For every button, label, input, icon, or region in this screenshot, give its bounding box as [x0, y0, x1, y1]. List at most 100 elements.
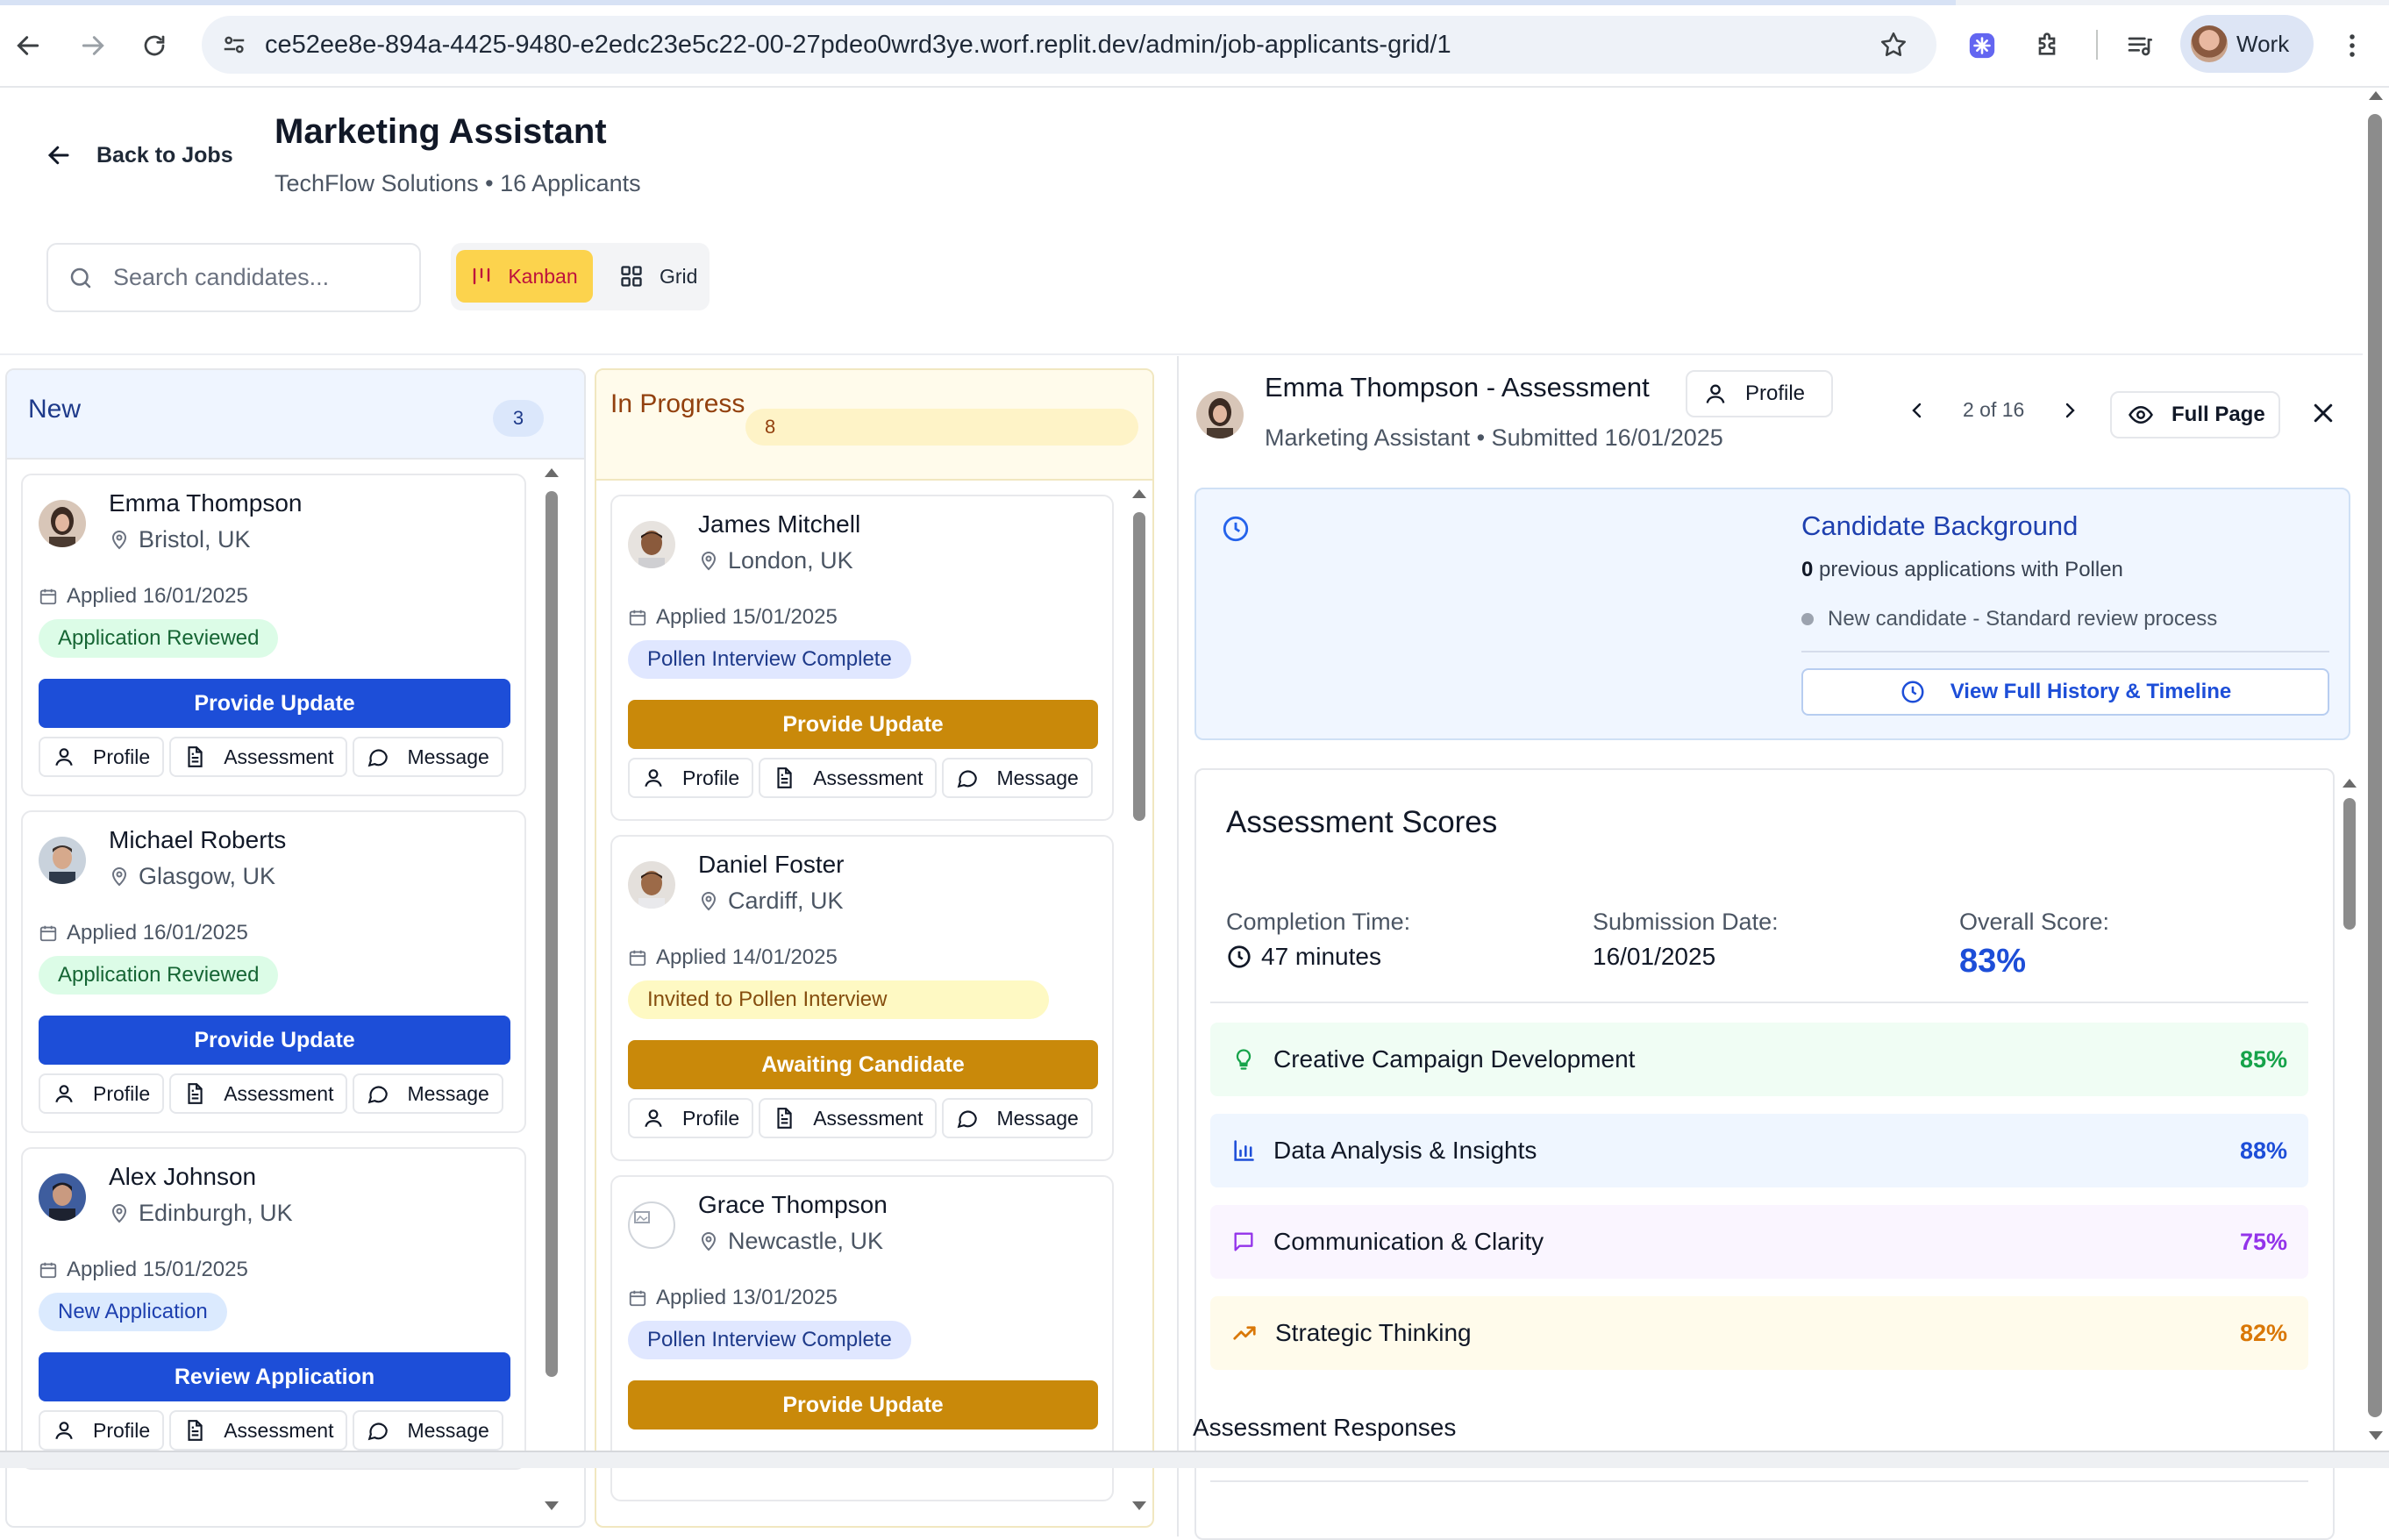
profile-button[interactable]: Profile: [628, 758, 754, 798]
kanban-view-button[interactable]: Kanban: [456, 250, 593, 303]
scrollbar-thumb[interactable]: [546, 491, 558, 1377]
assessment-button[interactable]: Assessment: [169, 1410, 348, 1451]
extension-icon[interactable]: [1959, 23, 2005, 68]
scrollbar-thumb[interactable]: [1133, 512, 1145, 821]
scroll-down-arrow[interactable]: [2369, 1431, 2383, 1440]
media-control-icon[interactable]: [2117, 23, 2163, 68]
primary-action-button[interactable]: Review Application: [39, 1352, 510, 1401]
primary-action-button[interactable]: Provide Update: [39, 1016, 510, 1065]
assessment-button[interactable]: Assessment: [759, 1098, 938, 1138]
message-label: Message: [407, 1418, 489, 1442]
extensions-puzzle-icon[interactable]: [2024, 23, 2070, 68]
status-badge: Application Reviewed: [39, 956, 279, 995]
file-text-icon: [773, 766, 795, 789]
profile-button[interactable]: Profile: [39, 737, 165, 777]
column-scrollbar[interactable]: [544, 467, 560, 1519]
avatar: [628, 861, 675, 909]
candidate-card[interactable]: Daniel Foster Cardiff, UK Applied 14/01/…: [610, 835, 1114, 1161]
candidate-name[interactable]: Daniel Foster: [698, 851, 845, 879]
candidate-name[interactable]: James Mitchell: [698, 510, 860, 538]
profile-button[interactable]: Profile: [628, 1098, 754, 1138]
profile-button[interactable]: Profile: [39, 1410, 165, 1451]
scroll-down-arrow[interactable]: [1132, 1501, 1146, 1510]
message-button[interactable]: Message: [942, 1098, 1093, 1138]
chevron-left-icon[interactable]: [1907, 400, 1928, 421]
os-taskbar: [0, 1451, 2389, 1468]
assessment-button[interactable]: Assessment: [759, 758, 938, 798]
scores-heading: Assessment Scores: [1226, 805, 1498, 839]
submission-date: Submission Date: 16/01/2025: [1593, 909, 1779, 971]
assessment-button[interactable]: Assessment: [169, 737, 348, 777]
search-box[interactable]: [46, 243, 421, 312]
browser-profile-chip[interactable]: Work: [2180, 15, 2314, 73]
profile-button[interactable]: Profile: [39, 1073, 165, 1114]
back-to-jobs-link[interactable]: Back to Jobs: [46, 142, 233, 168]
location-text: Bristol, UK: [139, 526, 251, 553]
candidate-name[interactable]: Michael Roberts: [109, 826, 286, 854]
bookmark-star-icon[interactable]: [1879, 30, 1908, 60]
candidate-name[interactable]: Emma Thompson: [109, 489, 302, 517]
message-button[interactable]: Message: [942, 758, 1093, 798]
back-nav-icon[interactable]: [5, 23, 51, 68]
avatar-broken-image: [628, 1201, 675, 1249]
file-text-icon: [183, 1419, 206, 1442]
view-history-button[interactable]: View Full History & Timeline: [1801, 668, 2329, 716]
address-bar[interactable]: ce52ee8e-894a-4425-9480-e2edc23e5c22-00-…: [202, 16, 1936, 74]
search-input[interactable]: [113, 264, 376, 291]
candidate-name[interactable]: Alex Johnson: [109, 1163, 256, 1191]
applied-text: Applied 15/01/2025: [656, 605, 838, 629]
forward-nav-icon[interactable]: [70, 23, 116, 68]
scroll-down-arrow[interactable]: [545, 1501, 559, 1510]
message-button[interactable]: Message: [353, 1073, 503, 1114]
avatar: [39, 500, 86, 547]
completion-value-row: 47 minutes: [1226, 943, 1410, 971]
candidate-name[interactable]: Grace Thompson: [698, 1191, 888, 1219]
primary-action-button[interactable]: Provide Update: [628, 700, 1098, 749]
divider: [1210, 1480, 2308, 1482]
skill-score: 85%: [2239, 1045, 2287, 1073]
full-page-button[interactable]: Full Page: [2110, 391, 2280, 438]
close-icon[interactable]: [2310, 400, 2336, 426]
column-scrollbar[interactable]: [1131, 488, 1147, 1519]
primary-action-button[interactable]: Provide Update: [628, 1380, 1098, 1429]
browser-menu-icon[interactable]: [2329, 23, 2375, 68]
calendar-icon: [628, 948, 647, 967]
panel-scrollbar[interactable]: [2342, 777, 2357, 1470]
reload-icon[interactable]: [132, 23, 177, 68]
tab-strip: [0, 0, 2389, 5]
profile-label: Profile: [93, 745, 151, 768]
primary-action-button[interactable]: Provide Update: [39, 679, 510, 728]
message-button[interactable]: Message: [353, 1410, 503, 1451]
url-text[interactable]: ce52ee8e-894a-4425-9480-e2edc23e5c22-00-…: [265, 31, 1451, 60]
candidate-card[interactable]: Michael Roberts Glasgow, UK Applied 16/0…: [21, 810, 526, 1133]
skill-score: 82%: [2239, 1319, 2287, 1346]
scrollbar-thumb[interactable]: [2368, 114, 2382, 1417]
site-info-icon[interactable]: [221, 32, 247, 58]
candidate-pager: 2 of 16: [1907, 398, 2080, 422]
grid-view-button[interactable]: Grid: [607, 250, 705, 303]
assessment-button[interactable]: Assessment: [169, 1073, 348, 1114]
candidate-card[interactable]: Alex Johnson Edinburgh, UK Applied 15/01…: [21, 1147, 526, 1470]
primary-action-button[interactable]: Awaiting Candidate: [628, 1040, 1098, 1089]
scroll-up-arrow[interactable]: [2343, 779, 2357, 788]
applied-text: Applied 13/01/2025: [656, 1286, 838, 1309]
map-pin-icon: [698, 1231, 719, 1252]
scroll-up-arrow[interactable]: [545, 468, 559, 477]
candidate-card[interactable]: Emma Thompson Bristol, UK Applied 16/01/…: [21, 474, 526, 796]
kanban-column-new: New 3 Emma Thompson Bristol, UK Applied …: [5, 368, 586, 1528]
candidate-card[interactable]: James Mitchell London, UK Applied 15/01/…: [610, 495, 1114, 821]
pager-text: 2 of 16: [1963, 398, 2025, 421]
message-button[interactable]: Message: [353, 737, 503, 777]
status-badge: Application Reviewed: [39, 619, 279, 658]
scroll-up-arrow[interactable]: [2369, 91, 2383, 100]
location-text: London, UK: [728, 547, 853, 574]
map-pin-icon: [109, 866, 130, 888]
chevron-right-icon[interactable]: [2059, 400, 2080, 421]
scroll-up-arrow[interactable]: [1132, 489, 1146, 498]
page-scrollbar[interactable]: [2363, 88, 2389, 1451]
profile-avatar: [2191, 25, 2228, 62]
assessment-label: Assessment: [224, 745, 334, 768]
detail-profile-button[interactable]: Profile: [1686, 370, 1833, 417]
clock-icon: [1221, 514, 1251, 544]
scrollbar-thumb[interactable]: [2343, 798, 2356, 930]
